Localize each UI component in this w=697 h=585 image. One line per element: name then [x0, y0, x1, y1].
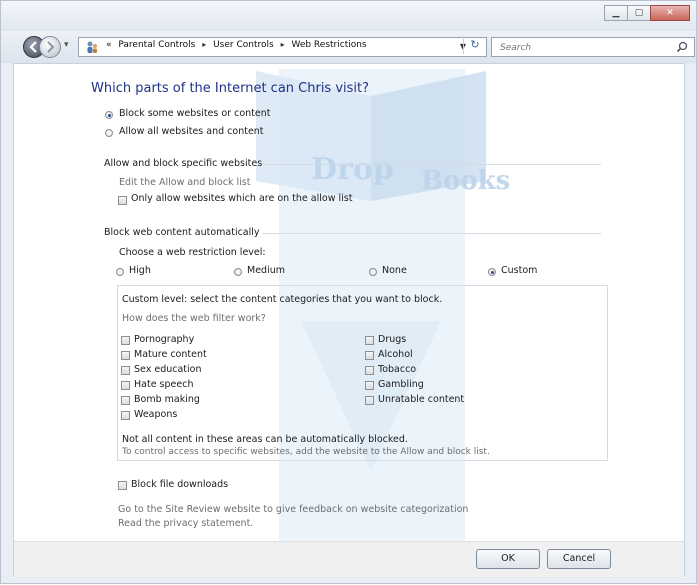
section-divider	[263, 233, 601, 234]
level-medium-label[interactable]: Medium	[247, 265, 285, 276]
forward-button[interactable]	[39, 36, 61, 58]
category-label[interactable]: Pornography	[134, 334, 194, 345]
allow-all-radio[interactable]	[105, 129, 113, 137]
recent-pages-dropdown[interactable]: ▾	[64, 40, 69, 50]
category-checkbox[interactable]	[365, 336, 374, 345]
title-bar: ▁ ▢ ✕	[1, 1, 696, 31]
edit-allow-block-link[interactable]: Edit the Allow and block list	[119, 177, 250, 188]
breadcrumb-parental-controls[interactable]: Parental Controls	[118, 40, 195, 50]
navigation-bar: ▾ « Parental Controls ▸ User Controls ▸ …	[1, 31, 696, 63]
block-downloads-label[interactable]: Block file downloads	[131, 479, 228, 490]
category-label[interactable]: Gambling	[378, 379, 424, 390]
category-label[interactable]: Mature content	[134, 349, 207, 360]
breadcrumb: « Parental Controls ▸ User Controls ▸ We…	[106, 40, 371, 50]
block-some-label[interactable]: Block some websites or content	[119, 108, 270, 119]
page-title: Which parts of the Internet can Chris vi…	[91, 81, 370, 96]
breadcrumb-user-controls[interactable]: User Controls	[213, 40, 274, 50]
minimize-icon: ▁	[612, 8, 620, 18]
close-icon: ✕	[666, 8, 674, 18]
refresh-icon: ↻	[470, 38, 480, 51]
category-label[interactable]: Alcohol	[378, 349, 413, 360]
level-medium-radio[interactable]	[234, 268, 242, 276]
parental-controls-icon	[87, 41, 97, 53]
only-allow-label[interactable]: Only allow websites which are on the all…	[131, 193, 352, 204]
section-block-auto-heading: Block web content automatically	[104, 227, 260, 238]
category-checkbox[interactable]	[121, 366, 130, 375]
cancel-button[interactable]: Cancel	[547, 549, 611, 569]
category-checkbox[interactable]	[121, 381, 130, 390]
search-input[interactable]	[498, 40, 662, 56]
section-allow-block-heading: Allow and block specific websites	[104, 158, 263, 169]
breadcrumb-separator-icon[interactable]: ▸	[281, 40, 285, 49]
allow-all-label[interactable]: Allow all websites and content	[119, 126, 264, 137]
category-label[interactable]: Bomb making	[134, 394, 200, 405]
choose-level-label: Choose a web restriction level:	[119, 247, 266, 258]
address-bar[interactable]: « Parental Controls ▸ User Controls ▸ We…	[78, 37, 487, 57]
breadcrumb-separator-icon[interactable]: ▸	[202, 40, 206, 49]
ok-button[interactable]: OK	[476, 549, 540, 569]
privacy-statement-link[interactable]: Read the privacy statement.	[118, 518, 253, 529]
category-label[interactable]: Weapons	[134, 409, 177, 420]
level-high-radio[interactable]	[116, 268, 124, 276]
level-custom-radio[interactable]	[488, 268, 496, 276]
category-label[interactable]: Unratable content	[378, 394, 464, 405]
search-icon[interactable]	[676, 41, 688, 53]
content-note: Not all content in these areas can be au…	[122, 434, 408, 445]
minimize-button[interactable]: ▁	[604, 5, 628, 21]
search-box[interactable]	[491, 37, 695, 57]
category-checkbox[interactable]	[121, 396, 130, 405]
breadcrumb-web-restrictions[interactable]: Web Restrictions	[291, 40, 366, 50]
level-none-radio[interactable]	[369, 268, 377, 276]
category-checkbox[interactable]	[121, 351, 130, 360]
category-checkbox[interactable]	[365, 351, 374, 360]
section-divider	[263, 164, 601, 165]
block-some-radio[interactable]	[105, 111, 113, 119]
breadcrumb-overflow[interactable]: «	[106, 40, 112, 50]
custom-intro-text: Custom level: select the content categor…	[122, 294, 443, 305]
level-custom-label[interactable]: Custom	[501, 265, 537, 276]
close-button[interactable]: ✕	[650, 5, 690, 21]
level-none-label[interactable]: None	[382, 265, 407, 276]
maximize-icon: ▢	[634, 8, 644, 18]
category-label[interactable]: Sex education	[134, 364, 202, 375]
content-note-sub: To control access to specific websites, …	[122, 447, 490, 457]
block-downloads-checkbox[interactable]	[118, 481, 127, 490]
maximize-button[interactable]: ▢	[627, 5, 651, 21]
category-checkbox[interactable]	[365, 366, 374, 375]
site-review-link[interactable]: Go to the Site Review website to give fe…	[118, 504, 468, 515]
level-high-label[interactable]: High	[129, 265, 151, 276]
refresh-button[interactable]: ↻	[463, 36, 486, 54]
only-allow-checkbox[interactable]	[118, 196, 127, 205]
arrow-right-icon	[47, 41, 55, 53]
category-label[interactable]: Hate speech	[134, 379, 193, 390]
web-filter-help-link[interactable]: How does the web filter work?	[122, 313, 266, 324]
chevron-down-icon: ▾	[64, 40, 69, 50]
category-checkbox[interactable]	[121, 411, 130, 420]
window: ▁ ▢ ✕ ▾ « Parental Controls ▸ User Contr…	[0, 0, 697, 584]
category-checkbox[interactable]	[365, 381, 374, 390]
category-label[interactable]: Drugs	[378, 334, 406, 345]
category-checkbox[interactable]	[121, 336, 130, 345]
caption-buttons: ▁ ▢ ✕	[604, 5, 690, 21]
category-checkbox[interactable]	[365, 396, 374, 405]
category-label[interactable]: Tobacco	[378, 364, 416, 375]
